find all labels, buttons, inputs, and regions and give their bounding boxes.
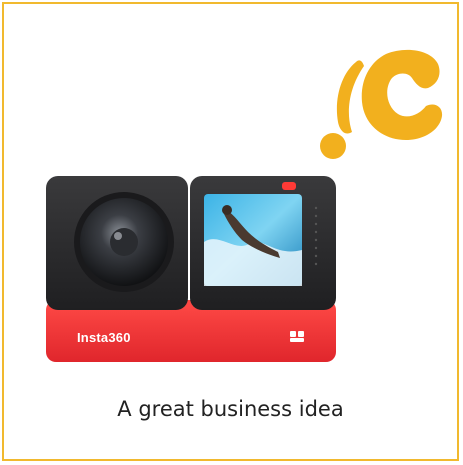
brand-logo-icon: [320, 49, 443, 159]
caption-text: A great business idea: [117, 397, 344, 421]
ad-card: Insta360 A great business idea: [2, 2, 459, 461]
camera-brand-label: Insta360: [77, 330, 131, 345]
